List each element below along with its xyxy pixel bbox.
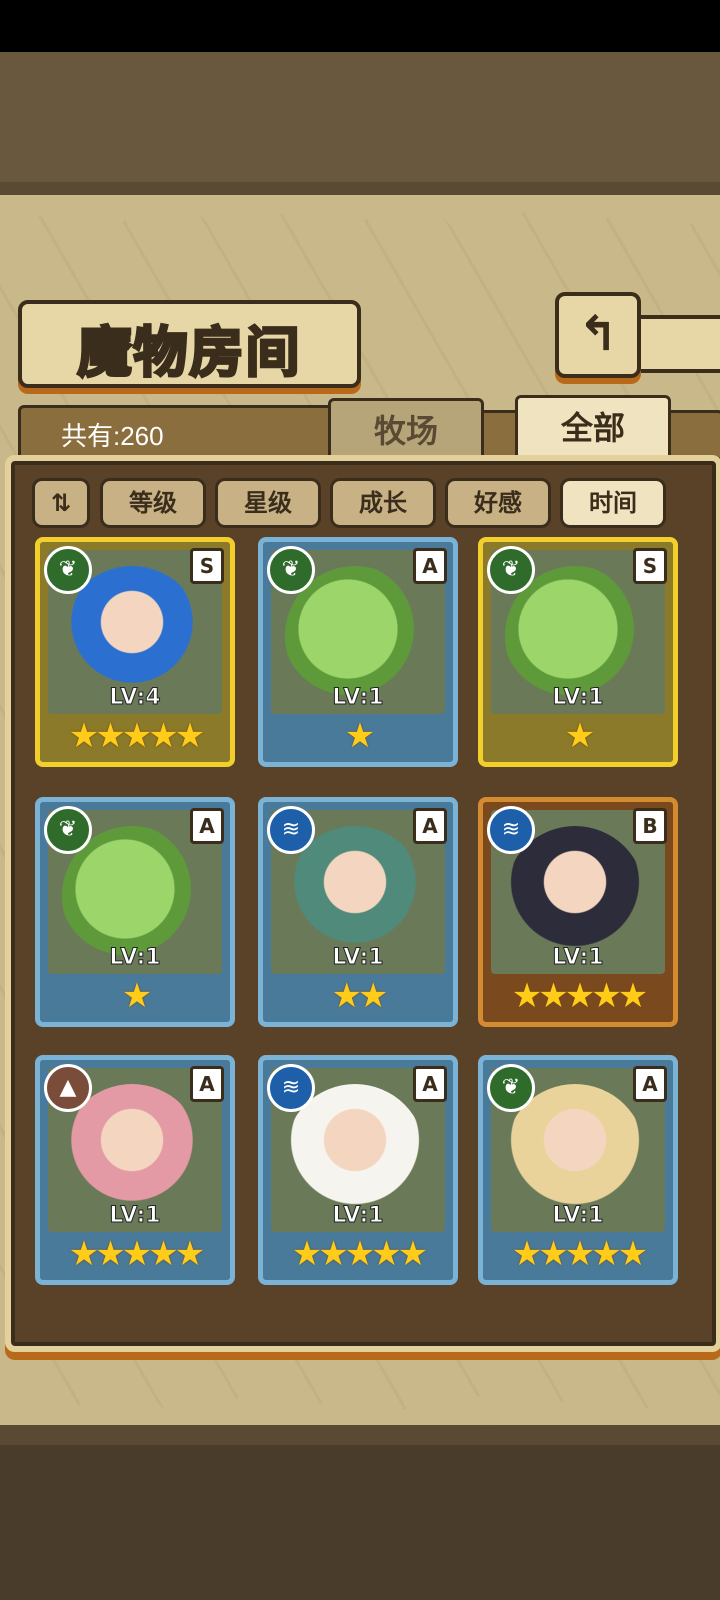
sort-by-level-button[interactable]: 等级 [100,478,206,528]
star-rating: ★ [564,716,595,756]
rank-badge: A [190,808,224,844]
sort-by-growth-button[interactable]: 成长 [330,478,436,528]
level-label: LV:1 [332,1203,384,1229]
monster-card[interactable]: ≋ A LV:1 ★★★★★ [258,1055,458,1285]
level-label: LV:4 [109,685,161,711]
level-label: LV:1 [552,1203,604,1229]
torn-edge-top [0,195,720,225]
sort-by-time-button[interactable]: 时间 [560,478,666,528]
nature-element-icon: ❦ [487,1064,535,1112]
top-map-strip [0,52,720,182]
monster-card[interactable]: ≋ B LV:1 ★★★★★ [478,797,678,1027]
rank-badge: A [190,1066,224,1102]
rank-badge: S [633,548,667,584]
star-rating: ★★ [331,976,389,1016]
level-label: LV:1 [332,685,384,711]
star-rating: ★ [344,716,375,756]
star-rating: ★★★★★ [511,1234,648,1274]
page-title: 魔物房间 [76,319,302,386]
sort-order-toggle[interactable]: ⇅ [32,478,90,528]
rank-badge: B [633,808,667,844]
monster-card[interactable]: ❦ A LV:1 ★ [35,797,235,1027]
monster-card[interactable]: ❦ A LV:1 ★★★★★ [478,1055,678,1285]
back-button[interactable]: ↰ [555,292,641,378]
level-label: LV:1 [552,685,604,711]
monster-card[interactable]: ≋ A LV:1 ★★ [258,797,458,1027]
title-plate: 魔物房间 [18,300,361,388]
monster-card[interactable]: ❦ A LV:1 ★ [258,537,458,767]
rank-badge: A [413,808,447,844]
star-rating: ★★★★★ [291,1234,428,1274]
torn-edge-bottom [0,1395,720,1425]
monster-count: 共有:260 [61,421,164,451]
star-rating: ★★★★★ [68,1234,205,1274]
sort-order-icon: ⇅ [50,489,72,517]
monster-count-bar: 共有:260 [18,405,334,461]
status-bar [0,0,720,52]
rank-badge: A [413,548,447,584]
nature-element-icon: ❦ [487,546,535,594]
level-label: LV:1 [109,1203,161,1229]
nature-element-icon: ❦ [44,546,92,594]
back-arrow-icon: ↰ [577,306,619,362]
star-rating: ★★★★★ [68,716,205,756]
monster-card[interactable]: ▲ A LV:1 ★★★★★ [35,1055,235,1285]
back-rail [632,315,720,373]
water-element-icon: ≋ [267,1064,315,1112]
monster-card[interactable]: ❦ S LV:1 ★ [478,537,678,767]
level-label: LV:1 [332,945,384,971]
rank-badge: S [190,548,224,584]
rank-badge: A [633,1066,667,1102]
level-label: LV:1 [109,945,161,971]
monster-card[interactable]: ❦ S LV:4 ★★★★★ [35,537,235,767]
nature-element-icon: ❦ [44,806,92,854]
nature-element-icon: ❦ [267,546,315,594]
sort-by-affection-button[interactable]: 好感 [445,478,551,528]
level-label: LV:1 [552,945,604,971]
water-element-icon: ≋ [487,806,535,854]
star-rating: ★ [121,976,152,1016]
star-rating: ★★★★★ [511,976,648,1016]
bottom-map-strip [0,1445,720,1600]
water-element-icon: ≋ [267,806,315,854]
earth-element-icon: ▲ [44,1064,92,1112]
rank-badge: A [413,1066,447,1102]
sort-by-star-button[interactable]: 星级 [215,478,321,528]
